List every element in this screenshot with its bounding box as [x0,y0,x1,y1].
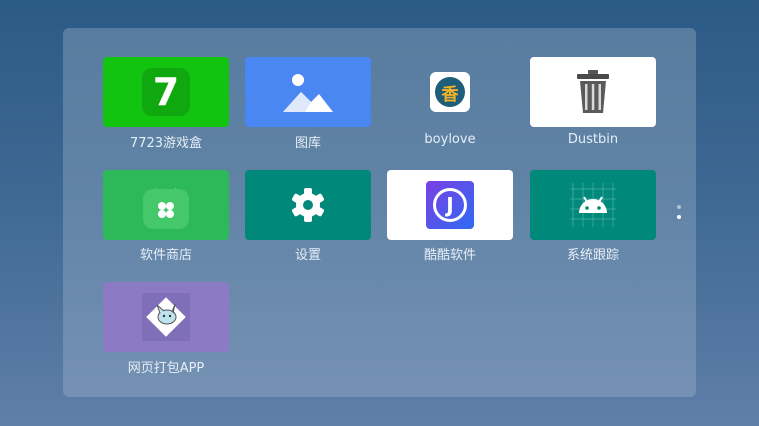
app-tile-dustbin[interactable] [530,57,656,127]
gallery-icon [283,74,333,112]
app-label: 软件商店 [139,248,192,263]
app-label: boylove [424,132,476,147]
app-label: 7723游戏盒 [129,136,203,151]
app-store-icon [143,188,189,229]
page-dot-active[interactable] [677,215,681,219]
app-tile-boylove[interactable]: 香 [387,57,513,127]
boylove-icon: 香 [430,72,470,112]
app-label: 系统跟踪 [566,248,619,263]
app-tile-settings[interactable] [245,170,371,240]
gear-icon [292,188,324,222]
app-label: Dustbin [567,132,619,147]
app-tile-7723[interactable]: 7 [103,57,229,127]
android-icon [570,183,616,227]
kuku-software-icon: J [426,181,474,229]
app-tile-app-store[interactable] [103,170,229,240]
app-label: 网页打包APP [127,361,205,376]
web-package-app-icon [142,293,190,341]
app-label: 图库 [294,136,321,151]
app-tile-web-package[interactable] [103,282,229,352]
app-tile-gallery[interactable] [245,57,371,127]
7723-game-box-icon: 7 [142,68,190,116]
page-indicator[interactable] [676,205,682,225]
app-tile-kuku[interactable]: J [387,170,513,240]
app-label: 设置 [294,248,321,263]
app-label: 酷酷软件 [423,248,476,263]
app-tile-system-trace[interactable] [530,170,656,240]
page-dot[interactable] [677,205,681,209]
trash-icon [577,70,609,113]
